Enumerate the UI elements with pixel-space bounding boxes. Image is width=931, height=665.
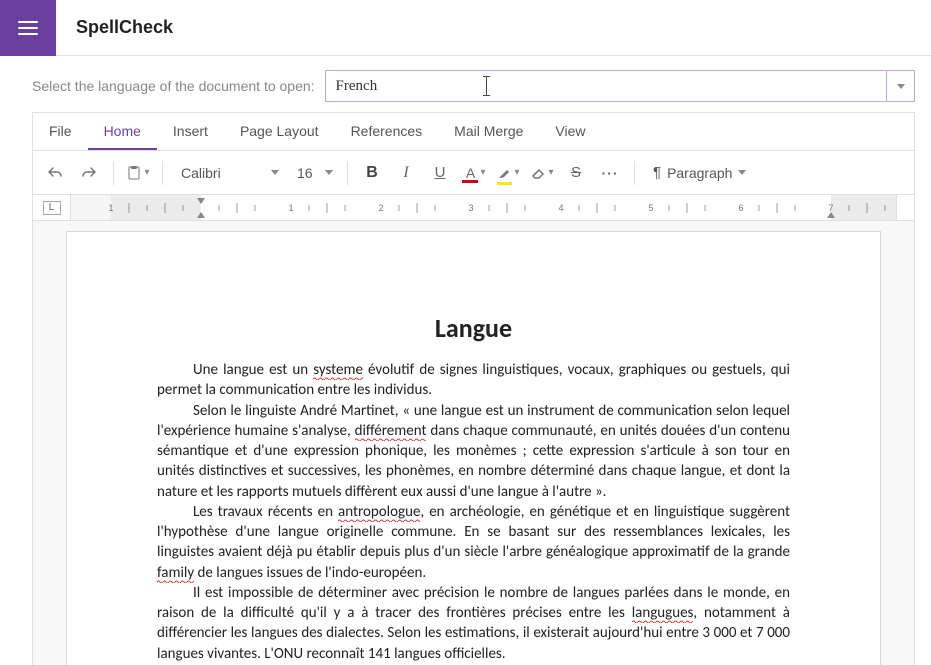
ruler-ticks: 1 1 2 3 4 5 6 7 (71, 195, 896, 220)
language-label: Select the language of the document to o… (32, 78, 315, 94)
font-color-letter: A (466, 165, 475, 181)
left-indent-marker (197, 212, 205, 218)
separator (347, 161, 348, 185)
chevron-down-icon: ▾ (480, 167, 485, 178)
underline-button[interactable]: U (426, 159, 454, 187)
chevron-down-icon (738, 170, 746, 175)
redo-button[interactable] (75, 159, 103, 187)
chevron-down-icon (271, 170, 279, 175)
document-title: Langue (157, 312, 790, 344)
font-family-value: Calibri (181, 165, 221, 181)
bold-button[interactable]: B (358, 159, 386, 187)
undo-icon (47, 165, 63, 181)
tab-view[interactable]: View (539, 113, 601, 150)
paragraph-label: Paragraph (667, 165, 732, 181)
paragraph-button[interactable]: ¶ Paragraph (645, 159, 754, 187)
toolbar: ▾ Calibri 16 B I U A ▾ ▾ ▾ S ··· (33, 151, 914, 195)
tab-mail-merge[interactable]: Mail Merge (438, 113, 539, 150)
tab-page-layout[interactable]: Page Layout (224, 113, 335, 150)
language-select-dropdown-button[interactable] (886, 71, 914, 101)
clipboard-icon (126, 165, 142, 181)
spelling-error[interactable]: family (157, 564, 194, 583)
chevron-down-icon: ▾ (144, 167, 149, 178)
ruler-scrollbar-spacer (896, 195, 914, 220)
font-color-swatch (462, 180, 478, 183)
svg-text:4: 4 (558, 203, 563, 213)
svg-text:5: 5 (648, 203, 653, 213)
highlight-swatch (497, 182, 512, 185)
tab-file[interactable]: File (43, 113, 88, 150)
font-family-select[interactable]: Calibri (173, 160, 283, 186)
app-title: SpellCheck (76, 17, 173, 38)
svg-text:6: 6 (738, 203, 743, 213)
text-cursor-icon (486, 76, 487, 96)
spelling-error[interactable]: systeme (313, 361, 363, 380)
more-formatting-button[interactable]: ··· (596, 159, 624, 187)
tab-stop-selector[interactable]: L (33, 195, 71, 220)
hamburger-button[interactable] (0, 0, 56, 56)
horizontal-ruler[interactable]: 1 1 2 3 4 5 6 7 (71, 195, 896, 220)
spelling-error[interactable]: antropologue (338, 503, 420, 522)
language-value: French (336, 78, 378, 95)
tab-references[interactable]: References (335, 113, 439, 150)
redo-icon (81, 165, 97, 181)
paragraph-1: Une langue est un systeme évolutif de si… (157, 360, 790, 401)
italic-button[interactable]: I (392, 159, 420, 187)
spelling-error[interactable]: langugues (632, 604, 694, 623)
svg-text:2: 2 (378, 203, 383, 213)
separator (634, 161, 635, 185)
editor-shell: File Home Insert Page Layout References … (32, 112, 915, 665)
chevron-down-icon (897, 84, 905, 89)
chevron-down-icon: ▾ (514, 167, 519, 178)
tab-insert[interactable]: Insert (157, 113, 224, 150)
ruler-row: L (33, 195, 914, 221)
spelling-error[interactable]: différement (355, 422, 427, 441)
font-color-button[interactable]: A ▾ (460, 159, 488, 187)
paragraph-4: Il est impossible de déterminer avec pré… (157, 583, 790, 664)
font-size-select[interactable]: 16 (289, 160, 337, 186)
ribbon-tabs: File Home Insert Page Layout References … (33, 113, 914, 151)
paragraph-3: Les travaux récents en antropologue, en … (157, 502, 790, 583)
chevron-down-icon (325, 170, 333, 175)
paste-button[interactable]: ▾ (124, 159, 152, 187)
language-row: Select the language of the document to o… (0, 56, 931, 112)
svg-text:1: 1 (288, 203, 293, 213)
document-scroll-area[interactable]: Langue Une langue est un systeme évoluti… (33, 221, 914, 665)
separator (162, 161, 163, 185)
separator (113, 161, 114, 185)
hamburger-icon (16, 16, 40, 40)
svg-text:7: 7 (828, 203, 833, 213)
tab-home[interactable]: Home (88, 113, 157, 150)
tab-stop-type: L (43, 201, 61, 215)
svg-text:3: 3 (468, 203, 473, 213)
app-header: SpellCheck (0, 0, 931, 56)
chevron-down-icon: ▾ (548, 167, 553, 178)
language-select[interactable]: French (325, 70, 915, 102)
font-size-value: 16 (297, 165, 313, 181)
clear-formatting-button[interactable]: ▾ (528, 159, 556, 187)
eraser-icon (530, 165, 546, 181)
language-select-input[interactable]: French (326, 71, 886, 101)
undo-button[interactable] (41, 159, 69, 187)
highlight-button[interactable]: ▾ (494, 159, 522, 187)
strikethrough-button[interactable]: S (562, 159, 590, 187)
highlighter-icon (496, 165, 512, 181)
first-line-indent-marker (197, 198, 205, 204)
svg-text:1: 1 (108, 203, 113, 213)
paragraph-2: Selon le linguiste André Martinet, « une… (157, 401, 790, 502)
document-page[interactable]: Langue Une langue est un systeme évoluti… (66, 231, 881, 665)
pilcrow-icon: ¶ (653, 164, 661, 181)
